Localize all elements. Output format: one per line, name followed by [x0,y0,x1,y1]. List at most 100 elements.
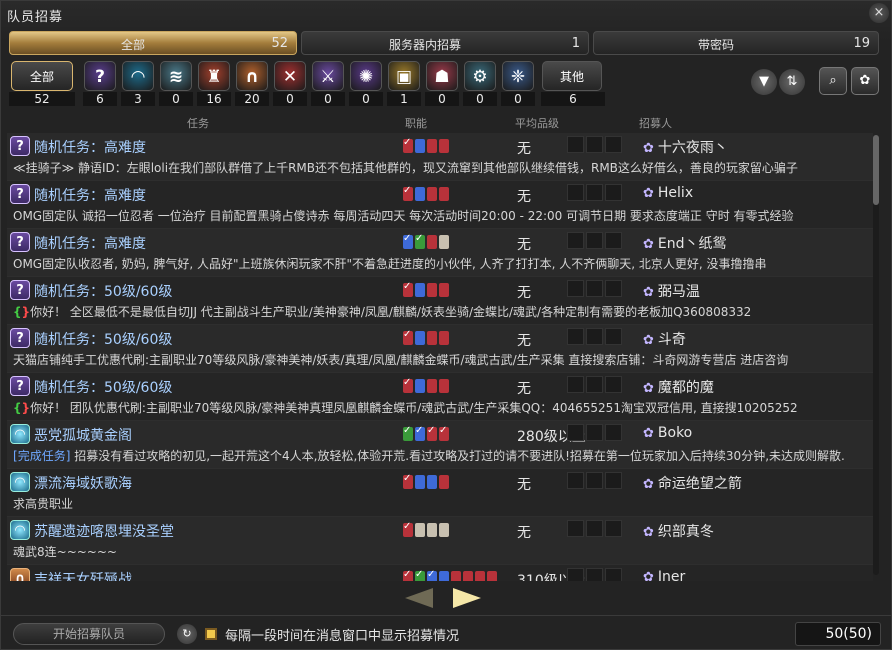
category-button[interactable]: ⚔ 0 [311,59,345,107]
recruiter-name: ✿ 弼马温 [643,284,700,300]
category-count: 3 [121,92,155,106]
col-roles[interactable]: 职能 [405,115,427,131]
role-slot-dps [427,379,437,393]
category-button[interactable]: ▣ 1 [387,59,421,107]
column-headers: 任务 职能 平均品级 招募人 [1,115,892,131]
role-slot-tank [427,475,437,489]
duty-type-icon: ? [10,184,30,204]
category-button[interactable]: ◠ 3 [121,59,155,107]
listing-row[interactable]: ?随机任务：50级/60级 无 ✿弼马温 {}你好！ 全区最低不是最低自切JJ 代主副… [7,277,873,325]
status-slots [567,136,624,156]
tab-count: 52 [271,36,288,51]
sort-icon[interactable]: ⇅ [779,69,805,95]
duty-name: 随机任务：50级/60级 [34,284,173,300]
listing-row[interactable]: ∩吉祥天女歼殛战310级以上✿Iner [7,565,873,581]
role-slot-dps [427,331,437,345]
role-slot-checkh [403,425,413,441]
role-slot-dps [463,571,473,581]
listing-description: ≪挂骑子≫ 静语ID：左眼loli在我们部队群借了上千RMB还不包括其他群的，现… [13,161,798,175]
category-count: 6 [83,92,117,106]
category-button[interactable]: ? 6 [83,59,117,107]
tab-password[interactable]: 带密码 19 [593,31,879,55]
recruiter-name: ✿ 十六夜雨丶 [643,140,728,156]
listing-row[interactable]: ?随机任务：50级/60级 无 ✿魔都的魔 {}你好！ 团队优惠代刷:主副职业70等级… [7,373,873,421]
treasure-hunt-icon: ▣ [388,61,420,91]
category-button[interactable]: ✺ 0 [349,59,383,107]
pvp-icon: ✕ [274,61,306,91]
prev-page-arrow-icon[interactable] [405,588,433,608]
duty-type-icon: ? [10,328,30,348]
role-slot-dps [427,139,437,153]
category-button[interactable]: ⚙ 0 [463,59,497,107]
status-slots [567,184,624,204]
category-button[interactable]: ∩ 20 [235,59,269,107]
listing-row[interactable]: ?随机任务：高难度 无 ✿十六夜雨丶 ≪挂骑子≫ 静语ID：左眼loli在我们部队群借… [7,133,873,181]
category-button[interactable]: ≋ 0 [159,59,193,107]
role-slots [403,377,451,395]
role-slot-dps [439,331,449,345]
category-all-button[interactable]: 全部 52 [9,59,77,107]
col-duty[interactable]: 任务 [187,115,209,131]
role-slot-dps [475,571,485,581]
search-icon[interactable]: ⌕ [819,67,847,95]
role-slot-tank [415,187,425,201]
duty-name: 随机任务：高难度 [34,140,146,156]
category-count: 16 [197,92,231,106]
category-other-label: 其他 [542,61,602,91]
item-level: 无 [517,525,531,541]
role-slot-check [403,473,413,489]
category-button[interactable]: ❈ 0 [501,59,535,107]
role-slot-empty [427,523,437,537]
category-count: 0 [273,92,307,106]
settings-icon[interactable]: ✿ [851,67,879,95]
tab-server[interactable]: 服务器内招募 1 [301,31,589,55]
deep-dungeon-icon: ❈ [502,61,534,91]
notify-checkbox[interactable] [205,628,217,640]
listing-row[interactable]: ?随机任务：高难度 无 ✿Helix OMG固定队 诚招一位忍者 一位治疗 目前配置黑… [7,181,873,229]
window-title: 队员招募 [7,10,64,25]
start-recruiting-button[interactable]: 开始招募队员 [13,623,165,645]
listing-row[interactable]: ◠苏醒遗迹喀恩埋没圣堂 无 ✿织部真冬魂武8连~~~~~~ [7,517,873,565]
close-icon[interactable]: × [869,3,889,23]
quest-battle-icon: ⚔ [312,61,344,91]
category-button[interactable]: ☗ 0 [425,59,459,107]
category-button[interactable]: ✕ 0 [273,59,307,107]
item-level: 无 [517,477,531,493]
category-other-button[interactable]: 其他 6 [541,59,605,107]
listing-description: OMG固定队 诚招一位忍者 一位治疗 目前配置黑骑占傻诗赤 每周活动四天 每次活… [13,209,794,223]
item-level: 无 [517,285,531,301]
filter-icon[interactable]: ▼ [751,69,777,95]
role-slot-tank [415,331,425,345]
col-ilvl[interactable]: 平均品级 [515,115,559,131]
category-all-label: 全部 [11,61,73,91]
listing-description: 求高贵职业 [13,497,74,511]
listing-row[interactable]: ◠漂流海域妖歌海 无 ✿命运绝望之箭求高贵职业 [7,469,873,517]
role-slot-tank [415,283,425,297]
col-recruiter[interactable]: 招募人 [639,115,672,131]
world-icon: ✿ [643,381,654,396]
world-icon: ✿ [643,141,654,156]
item-level: 无 [517,381,531,397]
duty-name: 吉祥天女歼殛战 [34,572,132,581]
title-bar[interactable]: 队员招募 × [1,1,892,27]
tab-all[interactable]: 全部 52 [9,31,297,55]
category-count: 0 [425,92,459,106]
status-slots [567,328,624,348]
role-slot-dps [439,187,449,201]
listing-description: OMG固定队收忍者, 奶妈, 脾气好, 人品好"上班族休闲玩家不肝"不着急赶进度… [13,257,767,271]
category-button[interactable]: ♜ 16 [197,59,231,107]
category-count: 1 [387,92,421,106]
role-slot-check [403,329,413,345]
duty-name: 随机任务：高难度 [34,188,146,204]
scrollbar-thumb[interactable] [873,135,879,205]
role-slot-check [403,137,413,153]
refresh-icon[interactable]: ↻ [177,624,197,644]
listing-row[interactable]: ?随机任务：高难度 无 ✿End丶纸鸳 OMG固定队收忍者, 奶妈, 脾气好, 人品好… [7,229,873,277]
listing-row[interactable]: ?随机任务：50级/60级 无 ✿斗奇天猫店铺纯手工优惠代刷:主副职业70等级风脉/… [7,325,873,373]
category-count: 0 [159,92,193,106]
listing-row[interactable]: ◠恶党孤城黄金阁280级以上✿Boko[完成任务] 招募没有看过攻略的初见,一起… [7,421,873,469]
scrollbar[interactable] [873,135,879,575]
listing-description: {}你好！ 团队优惠代刷:主副职业70等级风脉/豪神美神真理凤凰麒麟金蝶币/魂武… [13,401,798,415]
next-page-arrow-icon[interactable] [453,588,481,608]
world-icon: ✿ [643,285,654,300]
